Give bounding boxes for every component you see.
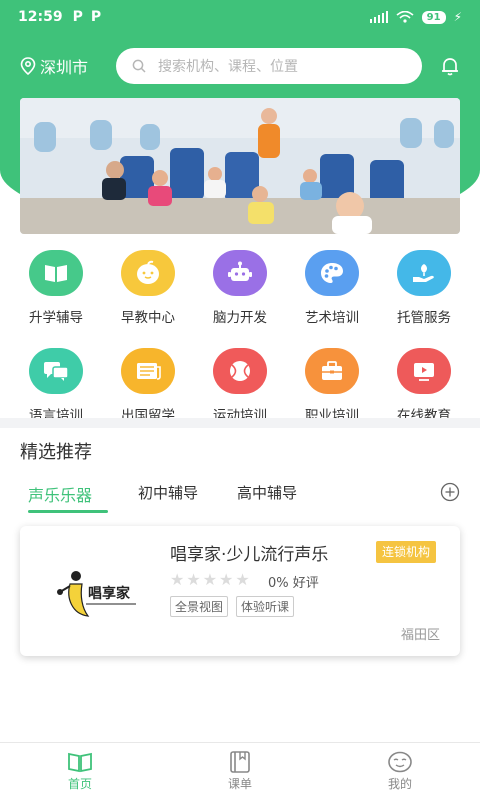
section-title: 精选推荐 [20, 442, 92, 463]
city-label: 深圳市 [40, 58, 89, 77]
star-icon: ★ [186, 570, 201, 589]
search-icon [132, 59, 146, 73]
category-yishu[interactable]: 艺术培训 [286, 250, 378, 326]
home-book-icon [68, 752, 92, 773]
search-input[interactable]: 搜索机构、课程、位置 [116, 48, 422, 84]
notification-p-icon: P [72, 9, 83, 25]
category-tuoguan[interactable]: 托管服务 [378, 250, 470, 326]
play-screen-icon [397, 348, 451, 394]
institution-name: 唱享家·少儿流行声乐 [170, 545, 329, 565]
nav-course-list-label: 课单 [227, 777, 252, 791]
nav-course-list[interactable]: 课单 [160, 743, 320, 800]
palette-icon [305, 250, 359, 296]
category-chuguo[interactable]: 出国留学 [102, 348, 194, 424]
hand-leaf-icon [397, 250, 451, 296]
category-label: 托管服务 [397, 310, 451, 326]
smiley-icon [388, 751, 412, 773]
institution-logo: 唱享家 [48, 556, 160, 628]
top-bar: 深圳市 搜索机构、课程、位置 [0, 48, 480, 84]
notification-p-icon: P [90, 9, 102, 25]
category-zaixian[interactable]: 在线教育 [378, 348, 470, 424]
tag-trial-class: 体验听课 [236, 596, 295, 617]
promo-banner[interactable] [20, 98, 460, 234]
feature-tags: 全景视图 体验听课 [170, 596, 295, 617]
star-icon: ★ [235, 570, 250, 589]
nav-home-label: 首页 [67, 777, 92, 791]
status-time: 12:59 [18, 9, 63, 25]
briefcase-icon [305, 348, 359, 394]
category-label: 脑力开发 [213, 310, 267, 326]
category-row: 升学辅导 早教中心 脑力开发 艺术培训 托管服务 [0, 250, 480, 326]
nav-home[interactable]: 首页 [0, 743, 160, 800]
search-placeholder: 搜索机构、课程、位置 [158, 59, 298, 75]
category-zhiye[interactable]: 职业培训 [286, 348, 378, 424]
charging-icon: ⚡ [453, 10, 462, 24]
district-label: 福田区 [400, 628, 440, 643]
lemon-face-icon [121, 250, 175, 296]
signal-icon [369, 11, 388, 23]
bottom-nav: 首页 课单 我的 [0, 742, 480, 800]
robot-icon [213, 250, 267, 296]
wifi-icon [396, 11, 414, 23]
notebook-icon [230, 751, 250, 773]
recommend-tabs: 声乐乐器 初中辅导 高中辅导 [0, 476, 480, 516]
banner-image [20, 98, 460, 234]
rating-text: 0% 好评 [268, 576, 319, 591]
logo-text: 唱享家 [88, 585, 131, 602]
category-zaojiao[interactable]: 早教中心 [102, 250, 194, 326]
tab-gaozhong[interactable]: 高中辅导 [237, 482, 297, 503]
status-bar: 12:59 P P 91 ⚡ [0, 0, 480, 34]
star-icon: ★ [219, 570, 234, 589]
newspaper-icon [121, 348, 175, 394]
category-yuyan[interactable]: 语言培训 [10, 348, 102, 424]
chain-badge: 连锁机构 [376, 541, 437, 563]
location-pin-icon [20, 57, 36, 75]
category-label: 升学辅导 [29, 310, 83, 326]
star-icon: ★ [170, 570, 185, 589]
category-label: 早教中心 [121, 310, 175, 326]
category-shengxue[interactable]: 升学辅导 [10, 250, 102, 326]
category-yundong[interactable]: 运动培训 [194, 348, 286, 424]
nav-mine-label: 我的 [387, 777, 412, 791]
tab-chuzhong[interactable]: 初中辅导 [138, 482, 198, 503]
city-selector[interactable]: 深圳市 [20, 54, 112, 78]
category-naoli[interactable]: 脑力开发 [194, 250, 286, 326]
category-grid: 升学辅导 早教中心 脑力开发 艺术培训 托管服务 语言培训 出国留学 运动培训 … [0, 250, 480, 446]
nav-mine[interactable]: 我的 [320, 743, 480, 800]
tag-panorama: 全景视图 [170, 596, 229, 617]
book-icon [29, 250, 83, 296]
bell-icon[interactable] [438, 54, 462, 78]
tab-shengyue[interactable]: 声乐乐器 [28, 482, 92, 506]
section-divider [0, 418, 480, 428]
chat-icon [29, 348, 83, 394]
category-row: 语言培训 出国留学 运动培训 职业培训 在线教育 [0, 348, 480, 424]
institution-card[interactable]: 唱享家 唱享家·少儿流行声乐 连锁机构 ★ ★ ★ ★ ★ 0% 好评 全景视图… [20, 526, 460, 656]
add-circle-icon[interactable] [440, 482, 460, 502]
battery-indicator: 91 [421, 10, 446, 24]
star-icon: ★ [202, 570, 218, 589]
category-label: 艺术培训 [305, 310, 359, 326]
tab-underline [28, 510, 108, 513]
rating-stars: ★ ★ ★ ★ ★ [170, 570, 250, 589]
ball-icon [213, 348, 267, 394]
